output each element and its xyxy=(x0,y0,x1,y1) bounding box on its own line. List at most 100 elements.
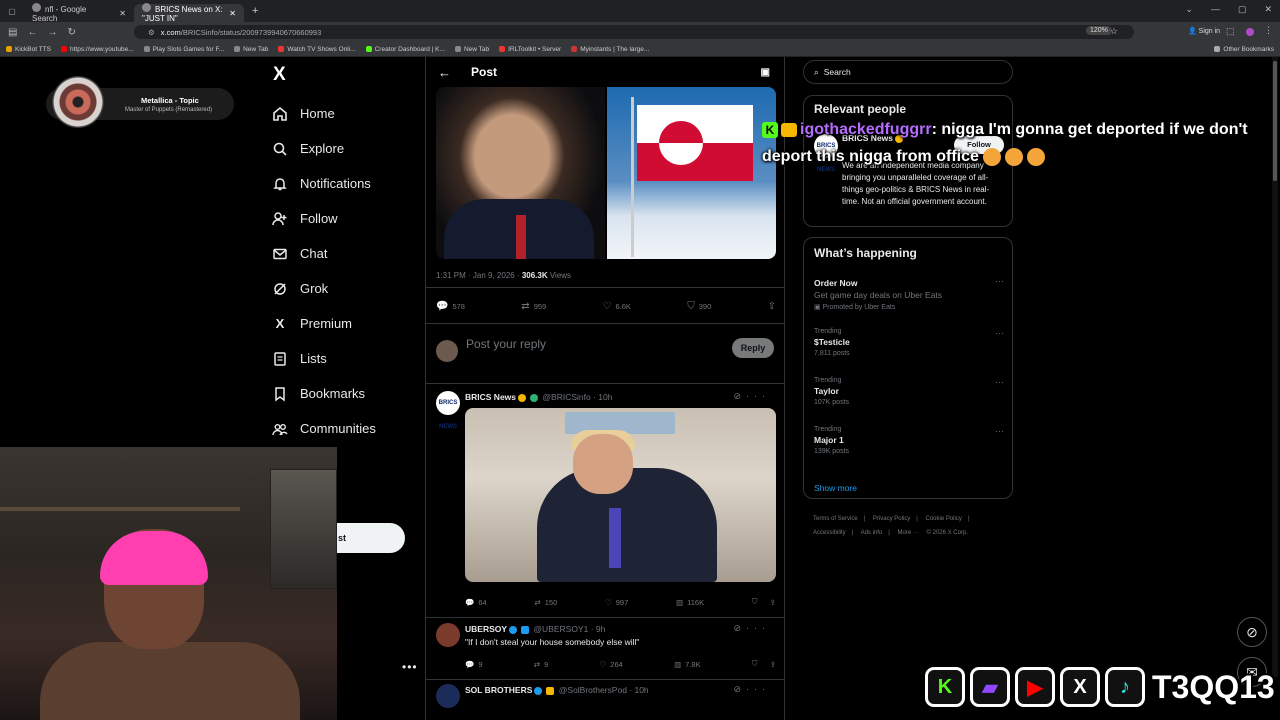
show-more-link[interactable]: Show more xyxy=(814,483,857,493)
grok-icon[interactable]: ⊘ xyxy=(733,684,746,694)
share-icon[interactable]: ⇪ xyxy=(770,598,776,607)
avatar[interactable]: BRICS NEWS xyxy=(436,391,460,430)
reply-button[interactable]: Reply xyxy=(732,338,774,358)
profile-avatar[interactable] xyxy=(1246,28,1254,36)
footer-link[interactable]: Cookie Policy xyxy=(926,516,962,522)
repost-action[interactable]: ⇄ 959 xyxy=(521,301,546,312)
trend-item[interactable]: Trending Taylor 107K posts ··· xyxy=(814,377,1004,406)
reply-action[interactable]: 💬 64 xyxy=(465,597,487,607)
promoted-trend[interactable]: Order Now Get game day deals on Uber Eat… xyxy=(814,276,1004,311)
footer-link[interactable]: Terms of Service xyxy=(813,516,858,522)
bookmark-item[interactable]: IRLToolkit • Server xyxy=(499,46,561,53)
author-handle[interactable]: @BRICSinfo · 10h xyxy=(542,392,612,402)
grok-icon[interactable]: ⊘ xyxy=(733,623,746,633)
post-timestamp[interactable]: 1:31 PM · Jan 9, 2026 · xyxy=(436,271,522,280)
bookmark-item[interactable]: KickBot TTS xyxy=(6,46,51,53)
bookmark-share[interactable]: ⛉ ⇪ xyxy=(752,597,776,607)
views-action[interactable]: ▥ 7.8K xyxy=(674,659,701,669)
views-action[interactable]: ▥ 116K xyxy=(676,597,704,607)
reply-input[interactable]: Post your reply xyxy=(466,337,546,351)
post-button[interactable]: st xyxy=(336,523,405,553)
footer-link[interactable]: More ··· xyxy=(898,530,919,536)
author-name[interactable]: SOL BROTHERS xyxy=(465,685,532,695)
bookmark-item[interactable]: Play Slots Games for F... xyxy=(143,46,224,53)
grok-icon[interactable]: ⊘ xyxy=(733,391,746,401)
sidebar-item-follow[interactable]: Follow xyxy=(272,201,376,236)
more-icon[interactable]: ··· xyxy=(746,684,770,694)
reader-mode-icon[interactable]: ▣ xyxy=(761,67,770,78)
repost-action[interactable]: ⇄ 9 xyxy=(534,659,548,669)
author-name[interactable]: BRICS News xyxy=(465,392,516,402)
back-icon[interactable]: ← xyxy=(27,27,37,38)
close-window-icon[interactable]: ✕ xyxy=(1264,4,1272,15)
back-arrow-icon[interactable]: ← xyxy=(438,65,451,80)
reply-tweet[interactable]: BRICS NEWS BRICS News @BRICSinfo · 10h ⊘… xyxy=(436,391,776,611)
bookmark-share[interactable]: ⛉ ⇪ xyxy=(752,659,776,669)
reload-icon[interactable]: ↻ xyxy=(67,27,75,38)
post-image-portrait[interactable] xyxy=(436,87,605,259)
author-handle[interactable]: @UBERSOY1 · 9h xyxy=(533,624,605,634)
share-action[interactable]: ⇪ xyxy=(768,301,776,312)
menu-icon[interactable]: ⋮ xyxy=(1264,25,1273,36)
chevron-down-icon[interactable]: ⌄ xyxy=(1185,4,1193,15)
maximize-icon[interactable]: ▢ xyxy=(1238,4,1247,15)
avatar[interactable] xyxy=(436,623,460,647)
bookmark-action[interactable]: ⛉ 390 xyxy=(687,301,711,312)
sidebar-item-notifications[interactable]: Notifications xyxy=(272,166,376,201)
sidebar-item-grok[interactable]: Grok xyxy=(272,271,376,306)
sidebar-item-communities[interactable]: Communities xyxy=(272,411,376,446)
site-info-icon[interactable]: ⚙ xyxy=(148,28,155,37)
more-icon[interactable]: ··· xyxy=(995,328,1004,338)
sidebar-item-bookmarks[interactable]: Bookmarks xyxy=(272,376,376,411)
new-tab-button[interactable]: + xyxy=(252,5,258,17)
account-more-icon[interactable]: ••• xyxy=(402,660,418,674)
more-icon[interactable]: ··· xyxy=(995,276,1004,286)
author-name[interactable]: UBERSOY xyxy=(465,624,507,634)
bookmark-item[interactable]: New Tab xyxy=(234,46,268,53)
tweet-video[interactable] xyxy=(465,408,776,582)
footer-link[interactable]: Ads info xyxy=(861,530,883,536)
sidebar-item-home[interactable]: Home xyxy=(272,96,376,131)
footer-link[interactable]: Privacy Policy xyxy=(873,516,910,522)
reply-action[interactable]: 💬 9 xyxy=(465,659,483,669)
bookmark-icon[interactable]: ⛉ xyxy=(752,659,758,669)
close-icon[interactable]: ✕ xyxy=(229,9,236,18)
more-icon[interactable]: ··· xyxy=(746,391,770,401)
bookmark-icon[interactable]: ⛉ xyxy=(752,597,758,607)
tab-x-post[interactable]: BRICS News on X: "JUST IN" ✕ xyxy=(134,3,244,23)
sidebar-item-premium[interactable]: X Premium xyxy=(272,306,376,341)
zoom-level[interactable]: 120% xyxy=(1086,26,1112,35)
address-bar[interactable]: ⚙ x.com/BRICSinfo/status/200973994067066… xyxy=(134,25,1134,39)
sidebar-item-explore[interactable]: Explore xyxy=(272,131,376,166)
sidebar-toggle-icon[interactable]: ▤ xyxy=(8,27,17,38)
reply-tweet[interactable]: SOL BROTHERS @SolBrothersPod · 10h ⊘··· xyxy=(436,684,776,714)
star-icon[interactable]: ☆ xyxy=(1110,26,1118,37)
trend-item[interactable]: Trending $Testicle 7,811 posts ··· xyxy=(814,328,1004,357)
avatar[interactable] xyxy=(436,684,460,708)
extensions-icon[interactable]: ⬚ xyxy=(1226,26,1235,37)
minimize-icon[interactable]: — xyxy=(1211,4,1220,15)
tab-google-search[interactable]: nfl - Google Search ✕ xyxy=(24,3,134,23)
reply-tweet[interactable]: UBERSOY @UBERSOY1 · 9h ⊘··· "If I don't … xyxy=(436,623,776,673)
more-icon[interactable]: ··· xyxy=(995,377,1004,387)
sidebar-item-chat[interactable]: Chat xyxy=(272,236,376,271)
other-bookmarks[interactable]: Other Bookmarks xyxy=(1214,46,1274,53)
search-input[interactable]: ⌕ Search xyxy=(803,60,1013,84)
close-icon[interactable]: ✕ xyxy=(119,9,126,18)
bookmark-item[interactable]: Watch TV Shows Onli... xyxy=(278,46,356,53)
share-icon[interactable]: ⇪ xyxy=(770,660,776,669)
sidebar-item-lists[interactable]: Lists xyxy=(272,341,376,376)
author-handle[interactable]: @SolBrothersPod · 10h xyxy=(559,685,649,695)
forward-icon[interactable]: → xyxy=(47,27,57,38)
post-image-flag[interactable] xyxy=(607,87,776,259)
bookmark-item[interactable]: https://www.youtube... xyxy=(61,46,134,53)
x-logo[interactable]: X xyxy=(273,64,286,86)
bookmark-item[interactable]: Myinstants | The large... xyxy=(571,46,649,53)
footer-link[interactable]: Accessibility xyxy=(813,530,846,536)
trend-item[interactable]: Trending Major 1 139K posts ··· xyxy=(814,426,1004,455)
more-icon[interactable]: ··· xyxy=(995,426,1004,436)
repost-action[interactable]: ⇄ 150 xyxy=(534,597,557,607)
post-media[interactable] xyxy=(436,87,776,259)
more-icon[interactable]: ··· xyxy=(746,623,770,633)
like-action[interactable]: ♡ 997 xyxy=(605,597,628,607)
